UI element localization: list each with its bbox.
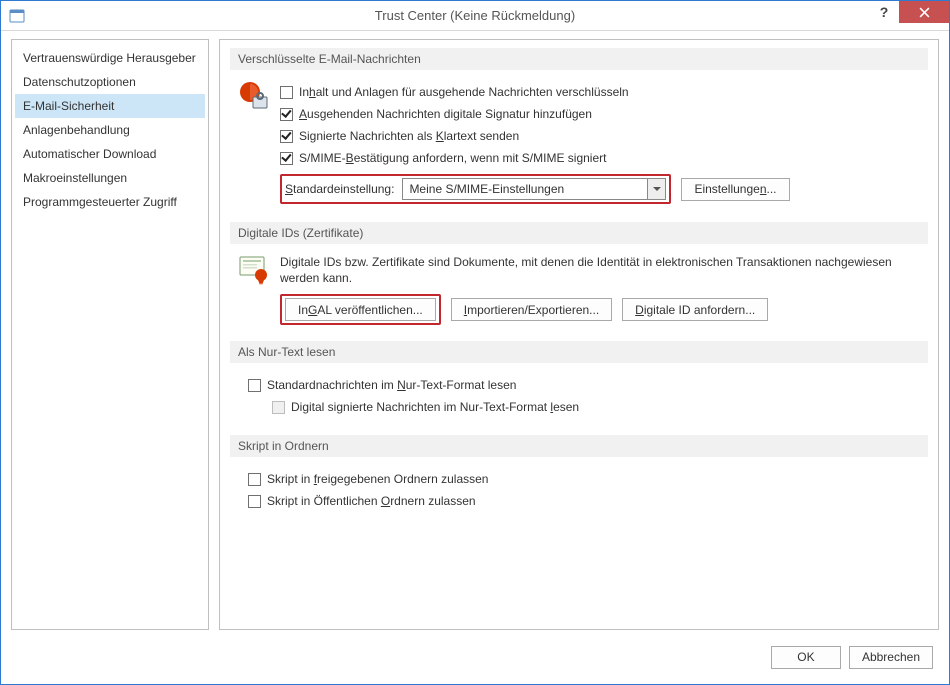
checkbox-cleartext[interactable] bbox=[280, 130, 293, 143]
certificate-icon bbox=[238, 254, 270, 325]
publish-gal-button[interactable]: In GAL veröffentlichen... bbox=[285, 298, 436, 321]
label-cleartext: Signierte Nachrichten als Klartext sende… bbox=[299, 129, 519, 143]
window-controls: ? bbox=[869, 1, 949, 23]
section-encrypted: Inhalt und Anlagen für ausgehende Nachri… bbox=[230, 70, 928, 222]
content-pane: Verschlüsselte E-Mail-Nachrichten Inhalt… bbox=[219, 39, 939, 630]
dialog-body: Vertrauenswürdige Herausgeber Datenschut… bbox=[1, 31, 949, 640]
section-header-plaintext: Als Nur-Text lesen bbox=[230, 341, 928, 363]
checkbox-script-public[interactable] bbox=[248, 495, 261, 508]
label-encrypt-content: Inhalt und Anlagen für ausgehende Nachri… bbox=[299, 85, 629, 99]
dialog-footer: OK Abbrechen bbox=[1, 640, 949, 684]
digital-ids-description: Digitale IDs bzw. Zertifikate sind Dokum… bbox=[280, 254, 920, 286]
ok-button[interactable]: OK bbox=[771, 646, 841, 669]
import-export-button[interactable]: Importieren/Exportieren... bbox=[451, 298, 612, 321]
label-script-shared: Skript in freigegebenen Ordnern zulassen bbox=[267, 472, 488, 486]
label-smime-confirm: S/MIME-Bestätigung anfordern, wenn mit S… bbox=[299, 151, 606, 165]
checkbox-plaintext-signed bbox=[272, 401, 285, 414]
chevron-down-icon[interactable] bbox=[647, 179, 665, 199]
combo-value: Meine S/MIME-Einstellungen bbox=[403, 182, 647, 196]
label-plaintext-signed: Digital signierte Nachrichten im Nur-Tex… bbox=[291, 400, 579, 414]
sidebar-item-programmatic-access[interactable]: Programmgesteuerter Zugriff bbox=[15, 190, 205, 214]
checkbox-plaintext-default[interactable] bbox=[248, 379, 261, 392]
window-title: Trust Center (Keine Rückmeldung) bbox=[1, 8, 949, 23]
titlebar: Trust Center (Keine Rückmeldung) ? bbox=[1, 1, 949, 31]
help-button[interactable]: ? bbox=[869, 1, 899, 23]
sidebar: Vertrauenswürdige Herausgeber Datenschut… bbox=[11, 39, 209, 630]
section-digital-ids: Digitale IDs bzw. Zertifikate sind Dokum… bbox=[230, 244, 928, 341]
sidebar-item-email-security[interactable]: E-Mail-Sicherheit bbox=[15, 94, 205, 118]
sidebar-item-attachments[interactable]: Anlagenbehandlung bbox=[15, 118, 205, 142]
sidebar-item-privacy[interactable]: Datenschutzoptionen bbox=[15, 70, 205, 94]
label-default-setting: Standardeinstellung: bbox=[285, 182, 394, 196]
label-script-public: Skript in Öffentlichen Ordnern zulassen bbox=[267, 494, 476, 508]
combo-default-setting[interactable]: Meine S/MIME-Einstellungen bbox=[402, 178, 666, 200]
checkbox-script-shared[interactable] bbox=[248, 473, 261, 486]
checkbox-encrypt-content[interactable] bbox=[280, 86, 293, 99]
trust-center-window: Trust Center (Keine Rückmeldung) ? Vertr… bbox=[0, 0, 950, 685]
encrypted-mail-icon bbox=[238, 80, 270, 206]
highlight-gal-button: In GAL veröffentlichen... bbox=[280, 294, 441, 325]
checkbox-add-signature[interactable] bbox=[280, 108, 293, 121]
highlight-default-setting: Standardeinstellung: Meine S/MIME-Einste… bbox=[280, 174, 671, 204]
section-header-digital-ids: Digitale IDs (Zertifikate) bbox=[230, 222, 928, 244]
sidebar-item-auto-download[interactable]: Automatischer Download bbox=[15, 142, 205, 166]
close-button[interactable] bbox=[899, 1, 949, 23]
settings-button[interactable]: Einstellungen... bbox=[681, 178, 789, 201]
section-header-encrypted: Verschlüsselte E-Mail-Nachrichten bbox=[230, 48, 928, 70]
label-add-signature: Ausgehenden Nachrichten digitale Signatu… bbox=[299, 107, 592, 121]
checkbox-smime-confirm[interactable] bbox=[280, 152, 293, 165]
sidebar-item-macros[interactable]: Makroeinstellungen bbox=[15, 166, 205, 190]
cancel-button[interactable]: Abbrechen bbox=[849, 646, 933, 669]
section-plaintext: Standardnachrichten im Nur-Text-Format l… bbox=[230, 363, 928, 435]
label-plaintext-default: Standardnachrichten im Nur-Text-Format l… bbox=[267, 378, 516, 392]
section-header-scripts: Skript in Ordnern bbox=[230, 435, 928, 457]
section-scripts: Skript in freigegebenen Ordnern zulassen… bbox=[230, 457, 928, 529]
request-digital-id-button[interactable]: Digitale ID anfordern... bbox=[622, 298, 768, 321]
sidebar-item-trusted-publishers[interactable]: Vertrauenswürdige Herausgeber bbox=[15, 46, 205, 70]
